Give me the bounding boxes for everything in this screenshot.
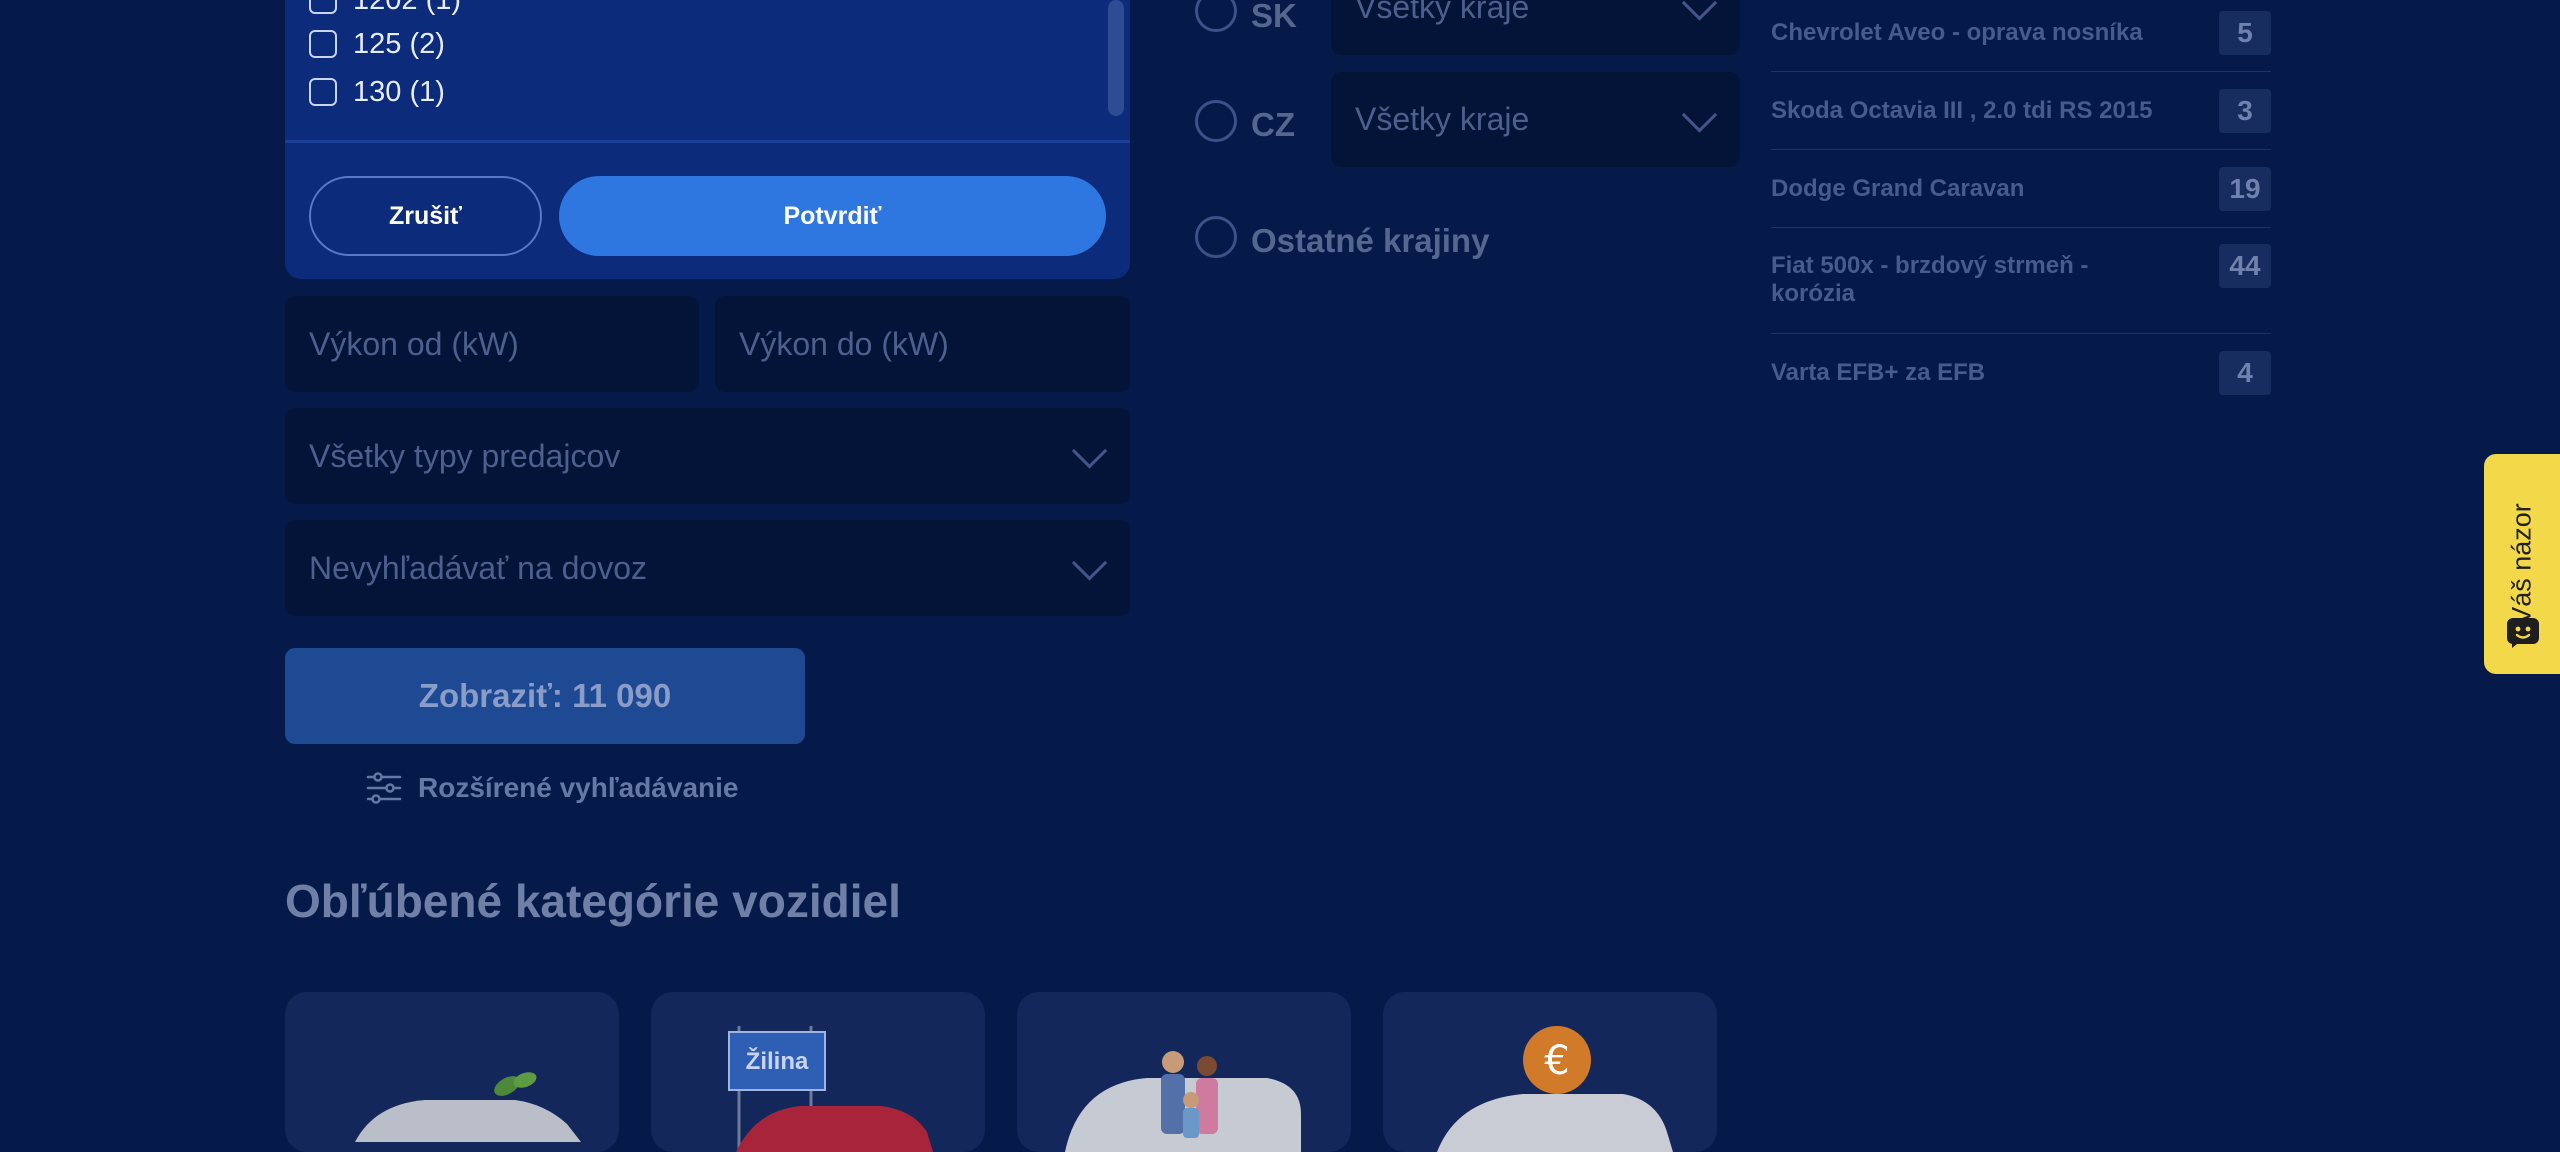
- svg-text:€: €: [1544, 1038, 1569, 1084]
- power-to-input[interactable]: Výkon do (kW): [715, 296, 1130, 392]
- category-card[interactable]: [1017, 992, 1351, 1152]
- list-item[interactable]: Chevrolet Aveo - oprava nosníka 5: [1771, 0, 2271, 72]
- chevron-down-icon: [1681, 96, 1718, 133]
- show-results-button[interactable]: Zobraziť: 11 090: [285, 648, 805, 744]
- list-item-title: Fiat 500x - brzdový strmeň - korózia: [1771, 252, 2089, 307]
- chat-face-icon: [2507, 618, 2539, 648]
- count-badge: 19: [2219, 167, 2271, 211]
- filter-option[interactable]: 1202 (1): [309, 0, 461, 20]
- advanced-search-link[interactable]: Rozšírené vyhľadávanie: [366, 770, 738, 806]
- category-card[interactable]: Žilina: [651, 992, 985, 1152]
- filter-option-label: 1202 (1): [353, 0, 461, 17]
- power-from-input[interactable]: Výkon od (kW): [285, 296, 699, 392]
- list-item[interactable]: Skoda Octavia III , 2.0 tdi RS 2015 3: [1771, 72, 2271, 150]
- city-sign-text: Žilina: [745, 1048, 809, 1075]
- family-car-image: [1065, 1051, 1301, 1152]
- sliders-icon: [366, 772, 402, 804]
- region-select-cz-value: Všetky kraje: [1355, 101, 1530, 137]
- import-select[interactable]: Nevyhľadávať na dovoz: [285, 520, 1130, 616]
- country-other-label: Ostatné krajiny: [1251, 222, 1490, 259]
- list-item-title: Chevrolet Aveo - oprava nosníka: [1771, 19, 2143, 46]
- list-item-title: Skoda Octavia III , 2.0 tdi RS 2015: [1771, 97, 2153, 124]
- count-badge: 4: [2219, 351, 2271, 395]
- checkbox[interactable]: [309, 30, 337, 58]
- count-badge: 5: [2219, 11, 2271, 55]
- count-badge: 44: [2219, 244, 2271, 288]
- filter-option-label: 130 (1): [353, 75, 445, 108]
- section-title: Obľúbené kategórie vozidiel: [285, 875, 901, 927]
- checkbox[interactable]: [309, 78, 337, 106]
- radio-cz[interactable]: [1195, 100, 1237, 142]
- filter-option[interactable]: 125 (2): [309, 24, 445, 64]
- radio-sk[interactable]: [1195, 0, 1237, 32]
- filter-option[interactable]: 130 (1): [309, 72, 445, 112]
- confirm-button[interactable]: Potvrdiť: [559, 176, 1106, 256]
- list-item-title: Varta EFB+ za EFB: [1771, 359, 1986, 386]
- advanced-search-label: Rozšírené vyhľadávanie: [418, 772, 739, 803]
- chevron-down-icon: [1071, 545, 1108, 581]
- list-item[interactable]: Fiat 500x - brzdový strmeň - korózia 44: [1771, 228, 2271, 334]
- radio-other[interactable]: [1195, 216, 1237, 258]
- category-card[interactable]: [285, 992, 619, 1152]
- region-select-cz[interactable]: Všetky kraje: [1331, 72, 1740, 167]
- panel-scrollbar[interactable]: [1108, 0, 1124, 116]
- feedback-tab[interactable]: Váš názor: [2484, 454, 2560, 674]
- euro-car-image: €: [1437, 1026, 1673, 1152]
- checkbox[interactable]: [309, 0, 337, 14]
- cancel-button[interactable]: Zrušiť: [309, 176, 542, 256]
- import-value: Nevyhľadávať na dovoz: [309, 549, 647, 586]
- seller-type-select[interactable]: Všetky typy predajcov: [285, 408, 1130, 504]
- chevron-down-icon: [1071, 433, 1108, 469]
- list-item-title: Dodge Grand Caravan: [1771, 175, 2025, 202]
- panel-divider: [285, 140, 1130, 143]
- count-badge: 3: [2219, 89, 2271, 133]
- list-item[interactable]: Dodge Grand Caravan 19: [1771, 150, 2271, 228]
- category-card[interactable]: €: [1383, 992, 1717, 1152]
- seller-type-value: Všetky typy predajcov: [309, 437, 621, 474]
- country-sk-label: SK: [1251, 0, 1297, 34]
- feedback-label: Váš názor: [2506, 503, 2537, 625]
- car-image: [355, 1072, 581, 1142]
- filter-option-label: 125 (2): [353, 27, 445, 60]
- chevron-down-icon: [1681, 0, 1718, 21]
- list-item[interactable]: Varta EFB+ za EFB 4: [1771, 334, 2271, 412]
- region-select-sk[interactable]: Všetky kraje: [1331, 0, 1740, 55]
- country-cz-label: CZ: [1251, 106, 1295, 143]
- region-select-sk-value: Všetky kraje: [1355, 0, 1530, 25]
